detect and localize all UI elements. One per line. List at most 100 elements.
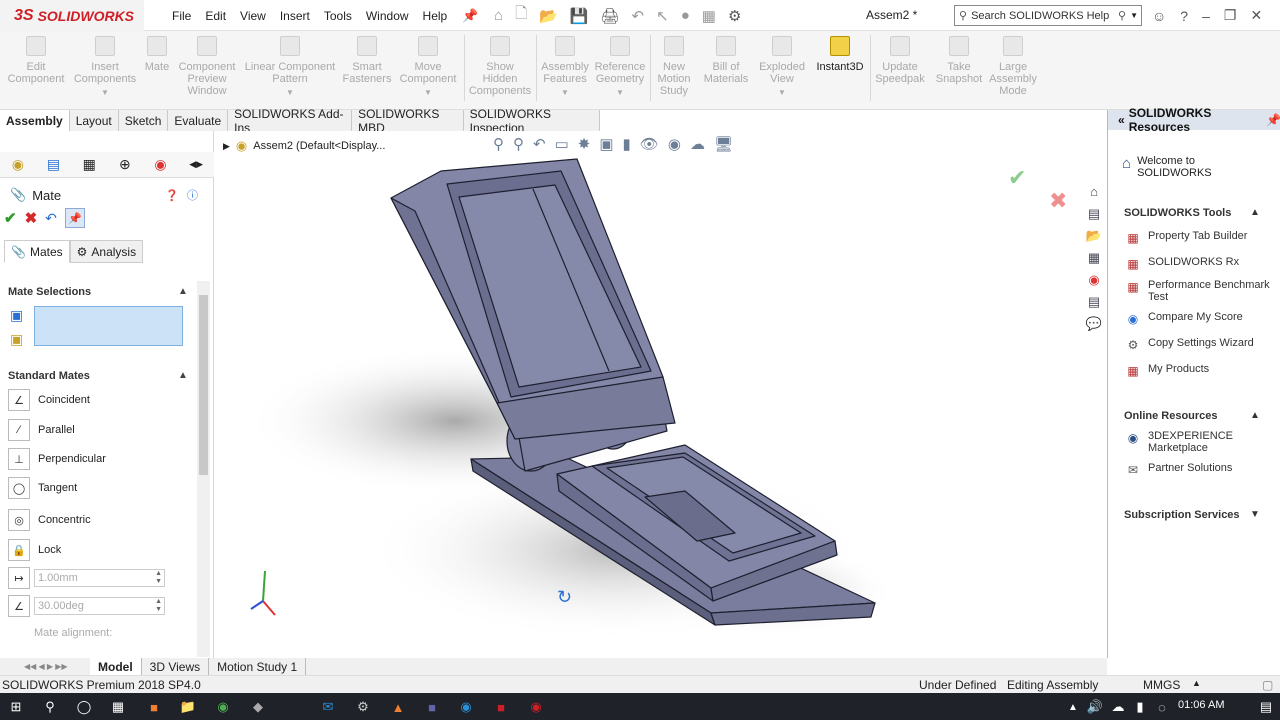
edge-icon[interactable]: ◉ — [456, 697, 476, 717]
rebuild-icon[interactable]: ● — [681, 7, 690, 24]
instant3d-button[interactable]: Instant3D — [814, 36, 866, 73]
collapse-chevron-icon[interactable]: ▲ — [178, 370, 188, 381]
cancel-button[interactable]: ✖ — [25, 209, 38, 227]
tab-addins[interactable]: SOLIDWORKS Add-Ins — [228, 107, 353, 135]
restore-icon[interactable]: ❐ — [1224, 7, 1237, 24]
network-icon[interactable]: ☁ — [1108, 697, 1128, 717]
tab-mbd[interactable]: SOLIDWORKS MBD — [352, 107, 464, 135]
collapse-chevron-icon[interactable]: ▲ — [178, 286, 188, 297]
file-explorer-icon[interactable]: 📂 — [1084, 226, 1104, 245]
mail-icon[interactable]: ✉ — [318, 697, 338, 717]
design-library-icon[interactable]: ▤ — [1084, 204, 1104, 223]
property-manager-tab-icon[interactable]: ▤ — [36, 152, 72, 178]
dropdown-arrow-icon[interactable]: ▼ — [778, 87, 786, 99]
search-icon[interactable]: ⚲ — [40, 697, 60, 717]
previous-view-icon[interactable]: ↶ — [533, 135, 546, 153]
collapse-chevron-icon[interactable]: ▲ — [1250, 207, 1260, 218]
pin-menu-icon[interactable]: 📌 — [462, 8, 478, 24]
mate-button[interactable]: Mate — [143, 36, 171, 73]
hide-show-items-icon[interactable]: 👁 — [640, 135, 659, 153]
search-dropdown-icon[interactable]: ▼ — [1130, 11, 1141, 20]
angle-icon[interactable]: ∠ — [8, 595, 30, 617]
partner-solutions-link[interactable]: ✉ Partner Solutions — [1124, 462, 1274, 478]
mate-lock[interactable]: 🔒 Lock — [8, 538, 61, 562]
undo-icon[interactable]: ↶ — [632, 7, 645, 25]
angle-input[interactable]: 30.00deg ▲ ▼ — [34, 597, 165, 615]
user-icon[interactable]: ☺ — [1152, 8, 1166, 24]
tab-motion-study[interactable]: Motion Study 1 — [209, 658, 307, 675]
copy-settings-wizard-link[interactable]: ⚙ Copy Settings Wizard — [1124, 337, 1274, 353]
open-icon[interactable]: 📂 — [539, 7, 558, 25]
appearances-icon[interactable]: ◉ — [1084, 270, 1104, 289]
expand-arrow-icon[interactable]: ▶ — [223, 141, 230, 152]
new-motion-study-button[interactable]: New Motion Study — [654, 36, 694, 97]
appearance-tab-icon[interactable]: ◉ — [143, 152, 179, 178]
marketplace-link[interactable]: ◉ 3DEXPERIENCE Marketplace — [1124, 430, 1274, 454]
reference-geometry-button[interactable]: Reference Geometry ▼ — [594, 36, 646, 99]
search-category-icon[interactable]: ⚲ — [959, 9, 967, 22]
view-orientation-icon[interactable]: ▣ — [599, 135, 613, 153]
custom-properties-icon[interactable]: ▤ — [1084, 292, 1104, 311]
bill-of-materials-button[interactable]: Bill of Materials — [700, 36, 752, 85]
tab-sketch[interactable]: Sketch — [118, 110, 169, 131]
tray-expand-icon[interactable]: ▲ — [1063, 697, 1083, 717]
menu-view[interactable]: View — [233, 9, 273, 23]
solidworks-taskbar-icon[interactable]: ■ — [491, 697, 511, 717]
app-icon[interactable]: ⚙ — [353, 697, 373, 717]
tab-scroll-icons[interactable]: ◀◀ ◀ ▶ ▶▶ — [24, 662, 68, 671]
feature-tree-flyout[interactable]: ▶ ◉ Assem2 (Default<Display... — [223, 138, 385, 154]
app-icon[interactable]: ◉ — [526, 697, 546, 717]
search-help-box[interactable]: ⚲ Search SOLIDWORKS Help ⚲ ▼ — [954, 5, 1142, 26]
print-icon[interactable]: 🖨 — [601, 7, 620, 25]
smart-fasteners-button[interactable]: Smart Fasteners — [342, 36, 392, 85]
linear-pattern-button[interactable]: Linear Component Pattern ▼ — [244, 36, 336, 99]
zoom-to-fit-icon[interactable]: ⚲ — [493, 135, 504, 153]
compare-my-score-link[interactable]: ◉ Compare My Score — [1124, 311, 1274, 327]
my-products-link[interactable]: ▦ My Products — [1124, 363, 1274, 379]
units-menu-icon[interactable]: ▲ — [1192, 678, 1201, 688]
file-explorer-icon[interactable]: 📁 — [178, 697, 198, 717]
tab-evaluate[interactable]: Evaluate — [168, 110, 229, 131]
new-document-icon[interactable]: 🗋 — [515, 3, 527, 28]
mate-tangent[interactable]: ◯ Tangent — [8, 476, 77, 500]
forum-icon[interactable]: 💬 — [1084, 314, 1104, 333]
pin-icon[interactable]: 📌 — [1266, 113, 1280, 127]
ok-button[interactable]: ✔ — [4, 209, 17, 227]
undo-button[interactable]: ↶ — [45, 210, 57, 227]
tab-3d-views[interactable]: 3D Views — [142, 658, 210, 675]
dynamic-annotation-icon[interactable]: ✸ — [578, 135, 591, 153]
menu-edit[interactable]: Edit — [198, 9, 233, 23]
configuration-tab-icon[interactable]: ▦ — [71, 152, 107, 178]
move-component-button[interactable]: Move Component ▼ — [398, 36, 458, 99]
assembly-features-button[interactable]: Assembly Features ▼ — [540, 36, 590, 99]
wifi-icon[interactable]: ◌ — [1152, 697, 1172, 717]
cortana-icon[interactable]: ◯ — [74, 697, 94, 717]
dropdown-arrow-icon[interactable]: ▼ — [561, 87, 569, 99]
mate-coincident[interactable]: ∠ Coincident — [8, 388, 90, 412]
tab-assembly[interactable]: Assembly — [0, 110, 70, 131]
graphics-area[interactable]: ▶ ◉ Assem2 (Default<Display... ⚲ ⚲ ↶ ▭ ✸… — [215, 131, 1107, 658]
dropdown-arrow-icon[interactable]: ▼ — [616, 87, 624, 99]
collapse-chevron-icon[interactable]: ▲ — [1250, 410, 1260, 421]
multiple-mate-icon[interactable]: ▣ — [10, 331, 30, 351]
dropdown-arrow-icon[interactable]: ▼ — [424, 87, 432, 99]
battery-icon[interactable]: ▮ — [1130, 697, 1150, 717]
exploded-view-button[interactable]: Exploded View ▼ — [758, 36, 806, 99]
model-viewport[interactable] — [215, 131, 1107, 658]
large-assembly-mode-button[interactable]: Large Assembly Mode — [989, 36, 1037, 97]
performance-benchmark-link[interactable]: ▦ Performance Benchmark Test — [1124, 279, 1274, 303]
status-toggle-icon[interactable]: ▢ — [1262, 678, 1273, 692]
component-preview-button[interactable]: Component Preview Window — [176, 36, 238, 97]
confirm-cancel-icon[interactable]: ✖ — [1049, 188, 1067, 214]
keep-visible-pin-button[interactable]: 📌 — [64, 208, 85, 228]
tab-model[interactable]: Model — [90, 658, 142, 675]
select-icon[interactable]: ↖ — [656, 7, 669, 25]
menu-insert[interactable]: Insert — [273, 9, 317, 23]
save-icon[interactable]: 💾 — [570, 7, 589, 25]
distance-spinner-icon[interactable]: ▲ ▼ — [155, 570, 162, 586]
task-view-icon[interactable]: ▦ — [108, 697, 128, 717]
chrome-icon[interactable]: ◉ — [213, 697, 233, 717]
search-input[interactable]: Search SOLIDWORKS Help — [971, 10, 1114, 22]
tab-inspection[interactable]: SOLIDWORKS Inspection — [463, 107, 600, 135]
take-snapshot-button[interactable]: Take Snapshot — [932, 36, 986, 85]
